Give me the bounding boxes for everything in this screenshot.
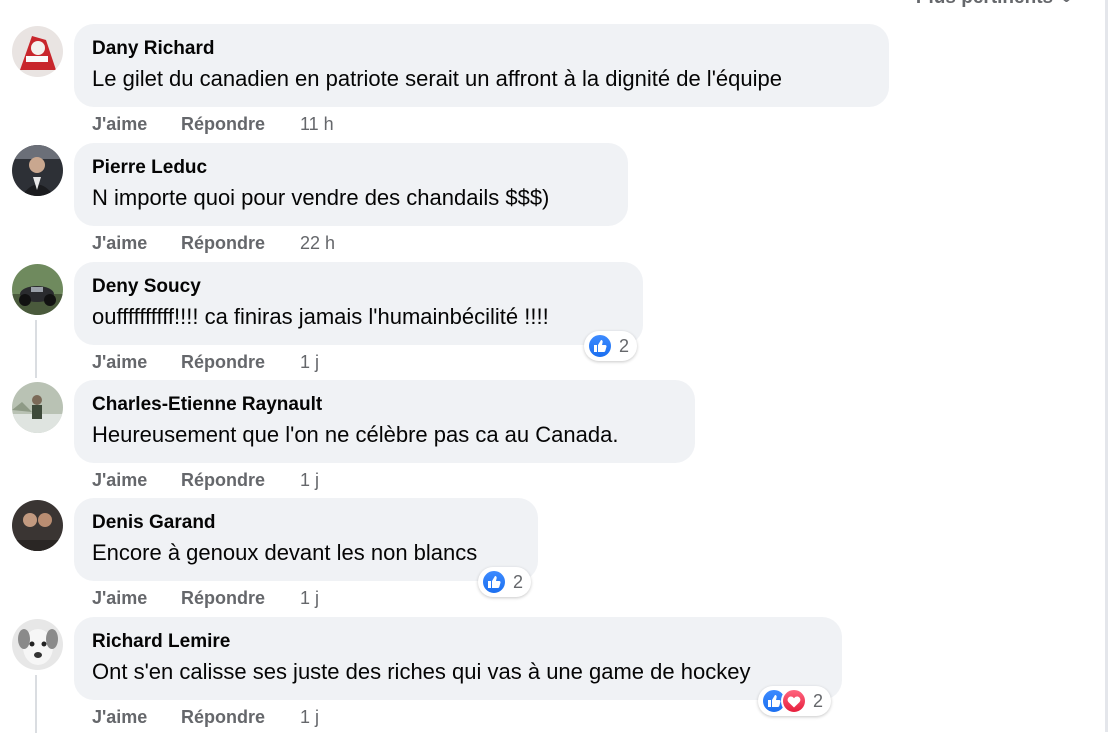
avatar[interactable] — [12, 264, 63, 315]
comment-bubble: Pierre Leduc N importe quoi pour vendre … — [74, 143, 628, 226]
reply-button[interactable]: Répondre — [181, 114, 300, 135]
comment-bubble: Richard Lemire Ont s'en calisse ses just… — [74, 617, 842, 700]
reaction-summary[interactable]: 2 — [478, 567, 532, 597]
comment-text: Ont s'en calisse ses juste des riches qu… — [92, 659, 751, 684]
comment-item: Charles-Etienne Raynault Heureusement qu… — [0, 380, 1100, 498]
chevron-down-icon: ⌄ — [1059, 0, 1073, 6]
comment-author[interactable]: Charles-Etienne Raynault — [92, 393, 676, 417]
reply-thread-line — [35, 320, 37, 378]
comment-text: Le gilet du canadien en patriote serait … — [92, 66, 782, 91]
comment-author[interactable]: Denis Garand — [92, 511, 519, 535]
avatar[interactable] — [12, 382, 63, 433]
like-button[interactable]: J'aime — [92, 470, 181, 491]
like-button[interactable]: J'aime — [92, 233, 181, 254]
avatar[interactable] — [12, 619, 63, 670]
comment-text: Encore à genoux devant les non blancs — [92, 540, 478, 565]
reaction-summary[interactable]: 2 — [758, 686, 832, 716]
like-button[interactable]: J'aime — [92, 707, 181, 728]
comment-actions: J'aime Répondre 11 h — [92, 112, 334, 136]
sort-dropdown[interactable]: Plus pertinents ⌄ — [916, 0, 1074, 10]
comment-timestamp[interactable]: 1 j — [300, 470, 319, 491]
comment-item: Dany Richard Le gilet du canadien en pat… — [0, 24, 1100, 142]
comment-actions: J'aime Répondre 1 j — [92, 468, 319, 492]
comment-text: ouffffffffff!!!! ca finiras jamais l'hum… — [92, 304, 549, 329]
comment-timestamp[interactable]: 1 j — [300, 707, 319, 728]
comment-item: Richard Lemire Ont s'en calisse ses just… — [0, 617, 1100, 735]
like-button[interactable]: J'aime — [92, 114, 181, 135]
reply-thread-line — [35, 675, 37, 733]
reaction-summary[interactable]: 2 — [584, 331, 638, 361]
reply-button[interactable]: Répondre — [181, 588, 300, 609]
comment-author[interactable]: Pierre Leduc — [92, 156, 609, 180]
comment-text: N importe quoi pour vendre des chandails… — [92, 185, 550, 210]
comment-author[interactable]: Dany Richard — [92, 37, 870, 61]
comment-bubble: Deny Soucy ouffffffffff!!!! ca finiras j… — [74, 262, 643, 345]
avatar[interactable] — [12, 500, 63, 551]
reply-button[interactable]: Répondre — [181, 233, 300, 254]
like-button[interactable]: J'aime — [92, 588, 181, 609]
comment-actions: J'aime Répondre 22 h — [92, 231, 335, 255]
reaction-count: 2 — [513, 571, 524, 592]
reply-button[interactable]: Répondre — [181, 352, 300, 373]
reply-button[interactable]: Répondre — [181, 707, 300, 728]
comment-item: Pierre Leduc N importe quoi pour vendre … — [0, 143, 1100, 261]
comment-bubble: Dany Richard Le gilet du canadien en pat… — [74, 24, 889, 107]
comment-bubble: Denis Garand Encore à genoux devant les … — [74, 498, 538, 581]
avatar[interactable] — [12, 145, 63, 196]
sort-label: Plus pertinents — [916, 0, 1053, 9]
comment-actions: J'aime Répondre 1 j — [92, 586, 319, 610]
avatar[interactable] — [12, 26, 63, 77]
like-button[interactable]: J'aime — [92, 352, 181, 373]
comment-actions: J'aime Répondre 1 j — [92, 705, 319, 729]
like-reaction-icon — [481, 569, 507, 595]
comment-bubble: Charles-Etienne Raynault Heureusement qu… — [74, 380, 695, 463]
comment-item: Deny Soucy ouffffffffff!!!! ca finiras j… — [0, 262, 1100, 380]
comment-timestamp[interactable]: 1 j — [300, 588, 319, 609]
reply-button[interactable]: Répondre — [181, 470, 300, 491]
comment-actions: J'aime Répondre 1 j — [92, 350, 319, 374]
love-reaction-icon — [781, 688, 807, 714]
comment-timestamp[interactable]: 11 h — [300, 114, 334, 135]
comment-timestamp[interactable]: 22 h — [300, 233, 335, 254]
comment-text: Heureusement que l'on ne célèbre pas ca … — [92, 422, 619, 447]
reaction-count: 2 — [619, 335, 630, 356]
like-reaction-icon — [587, 333, 613, 359]
comment-item: Denis Garand Encore à genoux devant les … — [0, 498, 1100, 616]
comment-timestamp[interactable]: 1 j — [300, 352, 319, 373]
comment-author[interactable]: Richard Lemire — [92, 630, 823, 654]
reaction-count: 2 — [813, 690, 824, 711]
comment-author[interactable]: Deny Soucy — [92, 275, 624, 299]
